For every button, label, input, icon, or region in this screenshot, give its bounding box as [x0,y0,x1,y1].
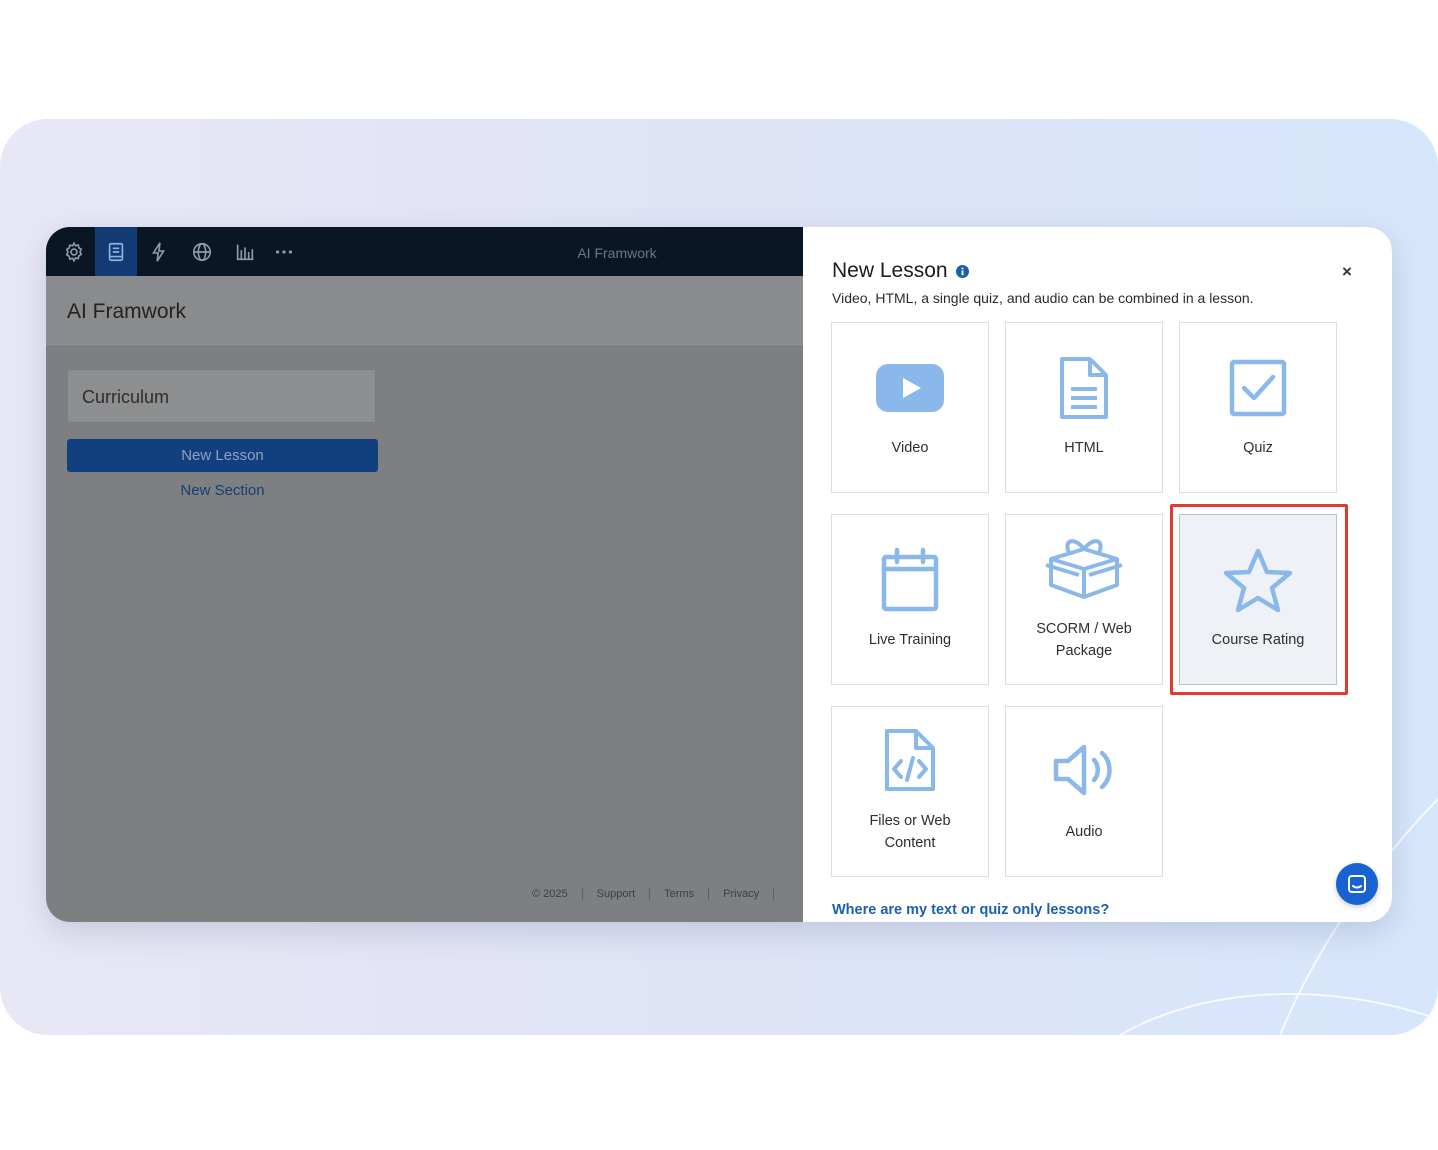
footer-support-link[interactable]: Support [583,888,651,900]
new-lesson-button[interactable]: New Lesson [67,439,378,472]
selection-highlight [1170,504,1348,695]
tile-label: HTML [1064,440,1104,456]
tile-label: Live Training [868,632,952,648]
footer-terms-link[interactable]: Terms [650,888,710,900]
tile-live-training[interactable]: Live Training [831,514,989,685]
chat-button[interactable] [1336,863,1378,905]
tile-audio[interactable]: Audio [1005,706,1163,877]
tile-label-line2: Content [884,835,936,851]
dialog-title-text: New Lesson [832,259,948,282]
tile-files-web-content[interactable]: Files or Web Content [831,706,989,877]
tile-video[interactable]: Video [831,322,989,493]
dialog-subtitle: Video, HTML, a single quiz, and audio ca… [832,290,1254,306]
tile-quiz[interactable]: Quiz [1179,322,1337,493]
info-icon[interactable] [955,264,969,278]
curriculum-label: Curriculum [82,387,170,407]
tile-scorm-web-package[interactable]: SCORM / Web Package [1005,514,1163,685]
close-icon[interactable]: × [1338,263,1356,281]
speaker-icon [1053,744,1112,796]
footer-copyright: © 2025 [532,888,583,900]
tile-label-line1: SCORM / Web [1036,621,1132,637]
document-icon [1060,357,1108,419]
tile-label: Quiz [1243,440,1273,456]
tile-label-line1: Files or Web [869,813,951,829]
checkbox-icon [1229,359,1287,417]
video-icon [876,364,944,412]
curriculum-panel[interactable]: Curriculum [67,369,376,423]
new-section-link[interactable]: New Section [67,482,378,499]
page-title: AI Framwork [67,300,187,323]
chat-icon [1348,875,1366,893]
footer-privacy-link[interactable]: Privacy [709,888,775,900]
dialog-title: New Lesson [832,259,969,283]
help-link[interactable]: Where are my text or quiz only lessons? [832,902,1109,918]
calendar-icon [881,547,939,612]
page-header: AI Framwork [46,276,803,347]
tile-label-line2: Package [1055,643,1113,659]
code-file-icon [885,729,935,791]
tile-label: Video [891,440,929,456]
footer: © 2025 Support Terms Privacy [532,886,775,902]
tile-label: Audio [1065,824,1103,840]
tile-html[interactable]: HTML [1005,322,1163,493]
gift-box-icon [1045,539,1123,599]
